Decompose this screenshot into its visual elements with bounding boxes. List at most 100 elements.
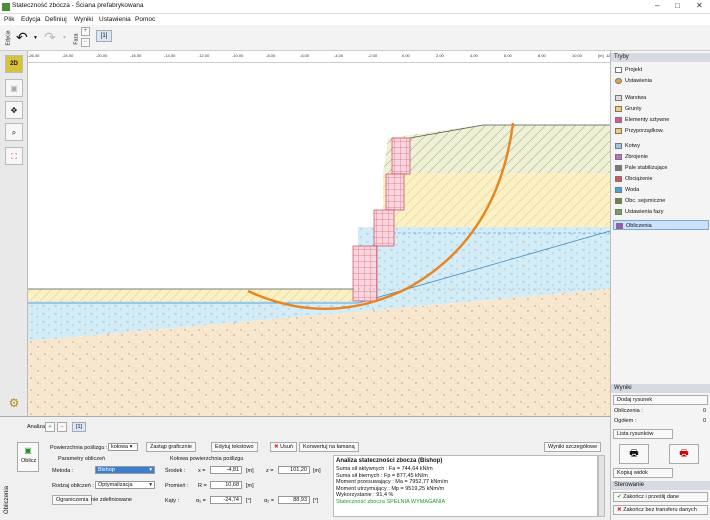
calc-count-label: Obliczenia :	[614, 408, 643, 414]
finish-no-transfer-button[interactable]: ✖ Zakończ bez transferu danych	[613, 505, 708, 515]
redo-icon[interactable]: ↷	[44, 29, 56, 46]
ruler-tick-label: 0,00	[402, 53, 410, 58]
mode-item-surcharge[interactable]: Obciążenie	[613, 174, 709, 184]
angles-label: Kąty :	[165, 498, 180, 504]
zoom-icon[interactable]: ⌕	[5, 123, 23, 141]
menu-wyniki[interactable]: Wyniki	[74, 16, 93, 23]
params-group-title: Parametry obliczeń	[58, 456, 106, 462]
mode-item-assign[interactable]: Przyporządkow.	[613, 126, 709, 136]
menu-plik[interactable]: Plik	[4, 16, 14, 23]
redo-dropdown-icon[interactable]: ▼	[62, 35, 67, 41]
print-preview-button[interactable]: 🖶	[669, 444, 699, 464]
layer-icon	[615, 95, 622, 101]
z-label: z =	[266, 468, 274, 474]
anchors-icon	[615, 143, 622, 149]
ruler-tick-label: -4,00	[334, 53, 344, 58]
rigid-bodies-icon	[615, 117, 622, 123]
remove-analysis-button[interactable]: −	[57, 422, 67, 432]
soils-icon	[615, 106, 622, 112]
radius-input[interactable]: 10,68	[210, 481, 242, 489]
analysis-tab[interactable]: [1]	[72, 422, 87, 432]
menu-pomoc[interactable]: Pomoc	[135, 16, 155, 23]
results-title: Analiza stateczności zbocza (Bishop)	[336, 458, 443, 464]
undo-dropdown-icon[interactable]: ▼	[33, 35, 38, 41]
drawing-list-button[interactable]: Lista rysunków	[613, 429, 673, 439]
window-title: Stateczność zbocza - Ściana prefabrykowa…	[12, 2, 144, 9]
a1-label: α₁ =	[196, 498, 206, 504]
menu-definiuj[interactable]: Definiuj	[45, 16, 67, 23]
minimize-icon[interactable]: –	[655, 1, 659, 10]
results-header: Wyniki	[611, 384, 710, 393]
move-icon[interactable]: ✥	[5, 101, 23, 119]
replace-graphic-button[interactable]: Zastąp graficznie	[146, 442, 196, 452]
calc-type-label: Rodzaj obliczeń :	[52, 483, 94, 489]
add-analysis-button[interactable]: +	[45, 422, 55, 432]
modes-header: Tryby	[611, 53, 710, 62]
maximize-icon[interactable]: □	[675, 1, 680, 10]
mode-item-piles[interactable]: Pale stabilizujące	[613, 163, 709, 173]
soil-layer-left-top	[28, 289, 353, 301]
title-bar: Stateczność zbocza - Ściana prefabrykowa…	[0, 0, 710, 14]
edit-text-button[interactable]: Edytuj tekstowo	[211, 442, 258, 452]
water-icon	[615, 187, 622, 193]
add-stage-button[interactable]: +	[81, 27, 90, 36]
mode-item-water[interactable]: Woda	[613, 185, 709, 195]
menu-edycja[interactable]: Edycja	[21, 16, 41, 23]
close-icon[interactable]: ✕	[696, 1, 703, 10]
mode-item-layer[interactable]: Warstwa	[613, 93, 709, 103]
settings-icon	[615, 78, 622, 84]
print-button[interactable]: 🖶	[619, 444, 649, 464]
mode-item-stage-settings[interactable]: Ustawienia fazy	[613, 207, 709, 217]
mode-3d-icon[interactable]: ▣	[5, 79, 23, 97]
ruler-tick-label: -20,00	[96, 53, 108, 58]
results-scrollbar[interactable]	[598, 455, 605, 517]
mode-item-analysis[interactable]: Obliczenia	[613, 220, 709, 230]
fit-view-icon[interactable]: ⛶	[5, 147, 23, 165]
horizontal-ruler: -26,00 -24,00 -20,00 -16,00 -14,00 -12,00 -10,…	[28, 51, 610, 63]
detailed-results-button[interactable]: Wyniki szczegółowe	[544, 442, 602, 452]
calculate-button[interactable]: ▣ Oblicz	[17, 442, 39, 472]
settings-gear-icon[interactable]: ⚙	[5, 395, 23, 413]
convert-button[interactable]: Konwertuj na łamaną	[299, 442, 359, 452]
ruler-tick-label: -10,00	[232, 53, 244, 58]
mode-2d-button[interactable]: 2D	[5, 55, 23, 73]
left-toolbar: 2D ▣ ✥ ⌕ ⛶ ⚙	[0, 51, 28, 416]
ruler-tick-label: 10,00	[572, 53, 583, 58]
calc-type-select[interactable]: Optymalizacja ▾	[95, 481, 155, 489]
remove-stage-button[interactable]: −	[81, 38, 90, 47]
mode-item-settings[interactable]: Ustawienia	[613, 76, 709, 86]
ruler-tick-label: -2,00	[368, 53, 378, 58]
circle-group-title: Kołowa powierzchnia poślizgu	[170, 456, 244, 462]
edit-vertical-label: Edycja	[5, 30, 12, 46]
method-select[interactable]: Bishop ▾	[95, 466, 155, 474]
stage-tab[interactable]: [1]	[96, 30, 112, 42]
menu-ustawienia[interactable]: Ustawienia	[99, 16, 131, 23]
add-drawing-button[interactable]: Dodaj rysunek	[613, 395, 708, 405]
ruler-tick-label: 6,00	[504, 53, 512, 58]
mode-item-seismic[interactable]: Obc. sejsmiczne	[613, 196, 709, 206]
right-panel: Tryby Projekt Ustawienia Warstwa Grunty …	[610, 51, 710, 520]
surface-select[interactable]: kołowa ▾	[108, 443, 138, 451]
finish-transfer-button[interactable]: ✔ Zakończ i prześlij dane	[613, 492, 708, 502]
calc-count-value: 0	[703, 408, 707, 414]
mode-item-rigid[interactable]: Elementy sztywne	[613, 115, 709, 125]
mode-item-project[interactable]: Projekt	[613, 65, 709, 75]
delete-button[interactable]: ✖ Usuń	[270, 442, 297, 452]
drawing-canvas[interactable]	[28, 63, 610, 416]
assign-icon	[615, 128, 622, 134]
copy-view-button[interactable]: Kopiuj widok	[613, 468, 673, 478]
undo-icon[interactable]: ↶	[16, 29, 28, 46]
center-label: Środek :	[165, 468, 186, 474]
x-input[interactable]: -4,81	[210, 466, 242, 474]
alpha2-input[interactable]: 88,93	[278, 496, 310, 504]
z-input[interactable]: 101,20	[278, 466, 310, 474]
mode-item-anchors[interactable]: Kotwy	[613, 141, 709, 151]
r-label: R =	[198, 483, 207, 489]
alpha1-input[interactable]: -24,74	[210, 496, 242, 504]
mode-item-soils[interactable]: Grunty	[613, 104, 709, 114]
piles-icon	[615, 165, 622, 171]
surface-label: Powierzchnia poślizgu :	[50, 445, 108, 451]
geometry-drawing	[28, 122, 610, 416]
restrictions-button[interactable]: Ograniczenia	[52, 495, 93, 505]
mode-item-reinforcement[interactable]: Zbrojenie	[613, 152, 709, 162]
